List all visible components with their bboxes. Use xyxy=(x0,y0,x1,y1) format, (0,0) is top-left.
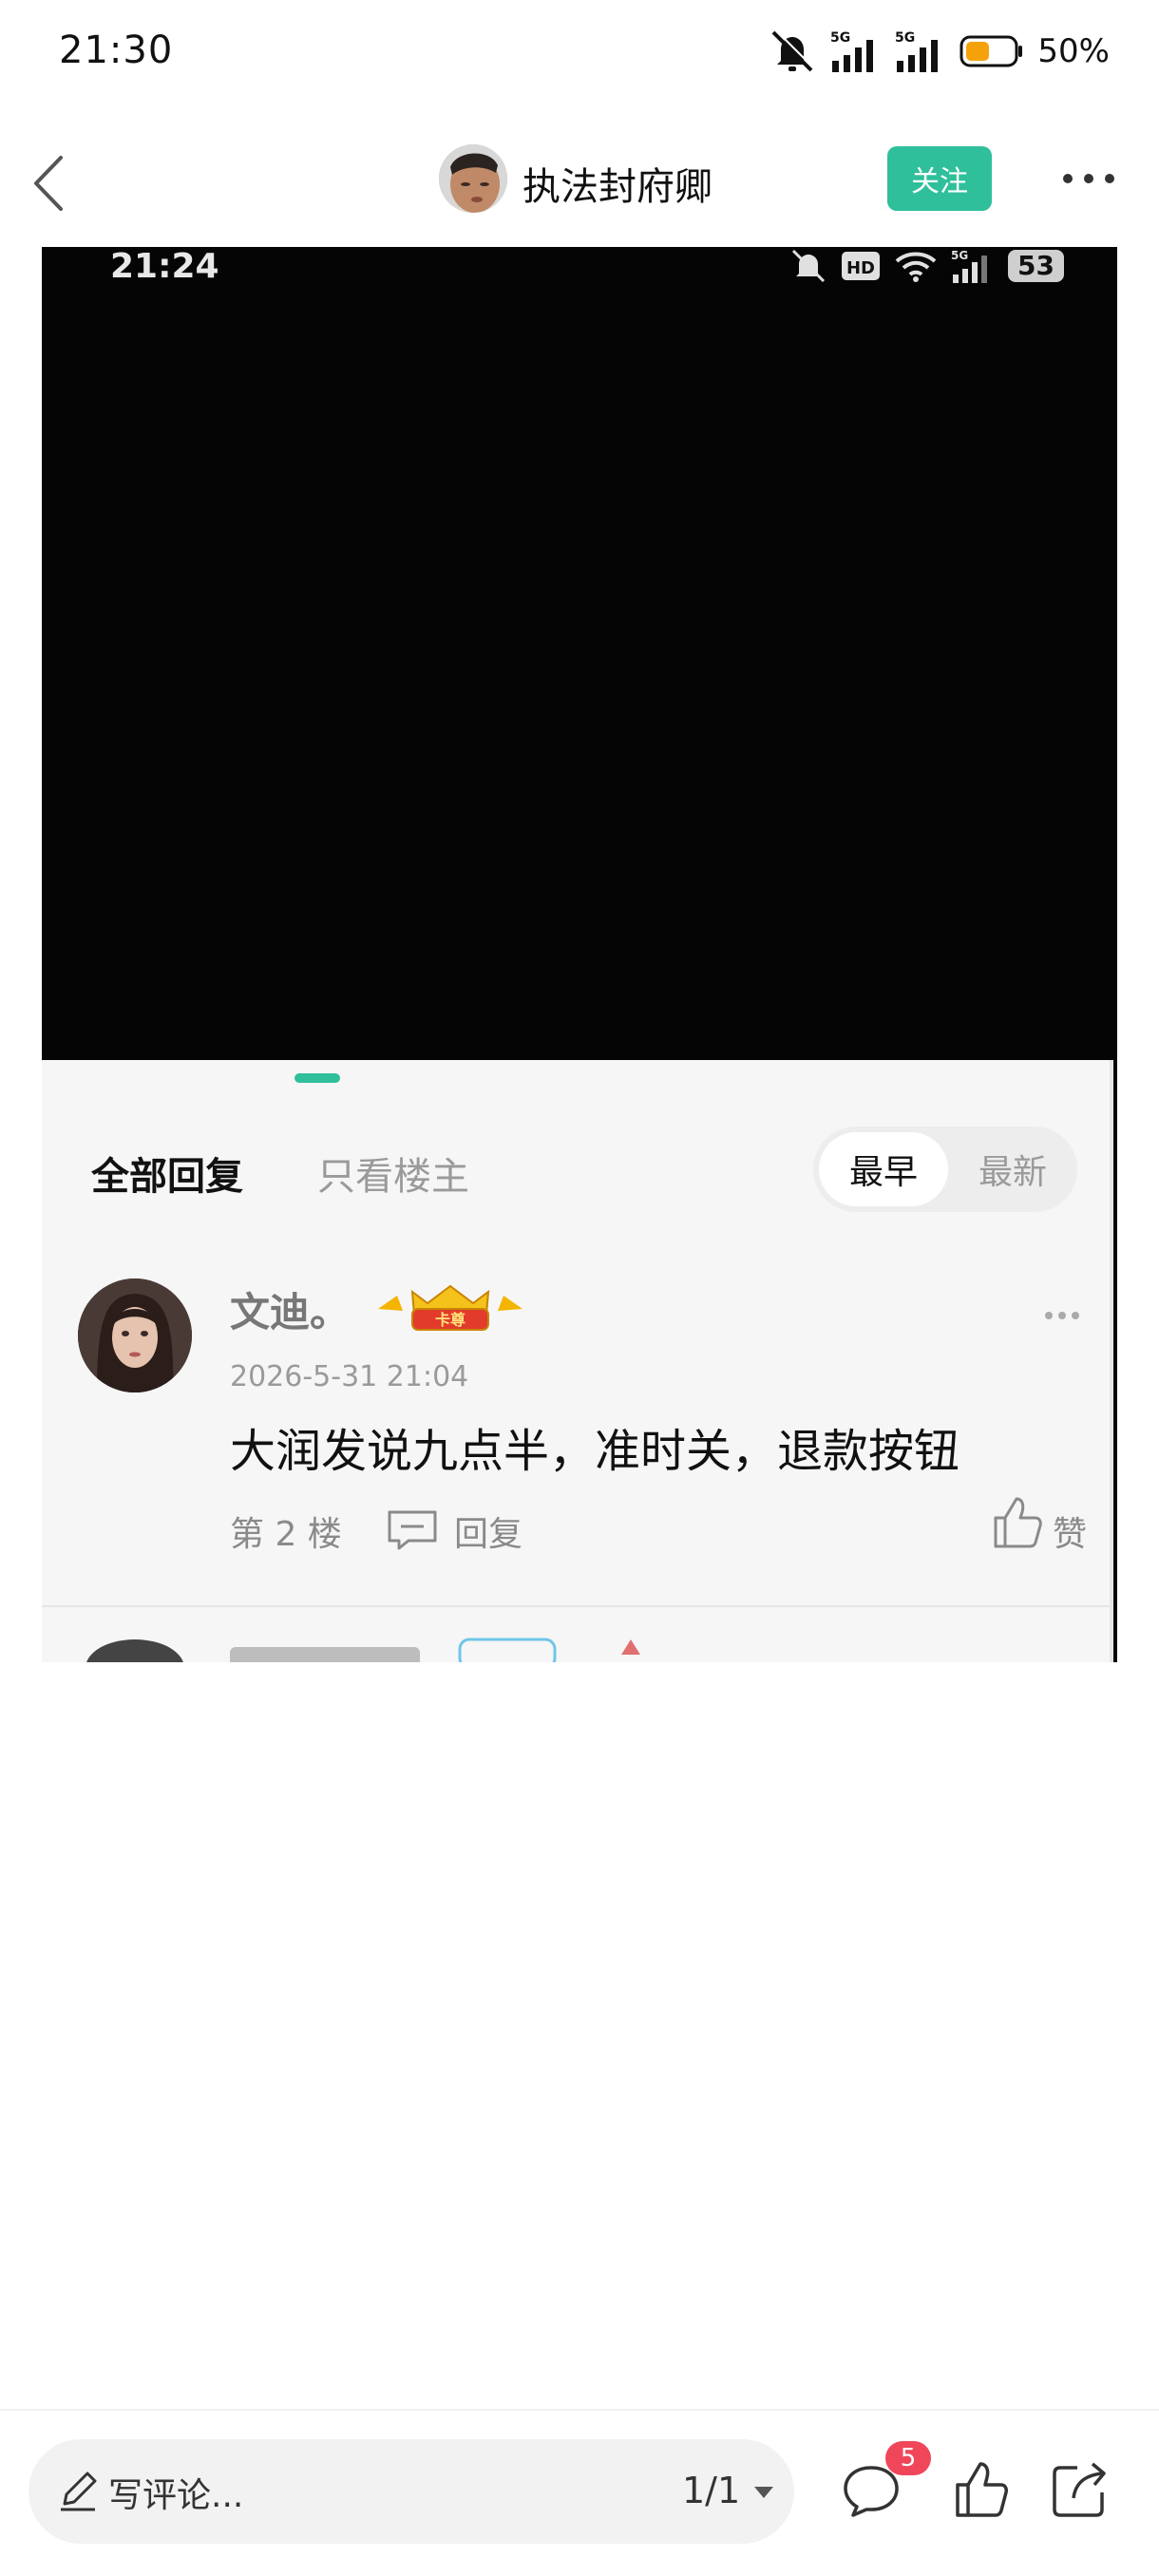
hd-icon: HD xyxy=(842,252,881,280)
comment-floor: 第 2 楼 xyxy=(230,1515,342,1554)
comment-count-badge: 5 xyxy=(885,2441,931,2475)
crown-badge-icon: 卡尊 xyxy=(378,1284,522,1331)
next-comment-partial xyxy=(86,1638,640,1662)
svg-text:HD: HD xyxy=(846,258,875,278)
commenter-avatar xyxy=(78,1279,192,1392)
pen-icon xyxy=(61,2472,97,2511)
battery-icon xyxy=(960,35,1023,67)
tab-op-only: 只看楼主 xyxy=(317,1155,469,1199)
signal-icon: 5G xyxy=(830,30,874,72)
comment-like: 赞 xyxy=(1053,1515,1088,1554)
svg-text:卡尊: 卡尊 xyxy=(435,1311,466,1329)
panel-drag-indicator xyxy=(294,1073,340,1083)
mute-bell-icon xyxy=(791,249,826,283)
caret-down-icon[interactable] xyxy=(752,2485,775,2500)
image-status-time: 21:24 xyxy=(110,247,219,286)
status-icons: 5G 5G 50% xyxy=(768,25,1110,78)
comment-more-icon xyxy=(1045,1312,1079,1319)
image-battery: 53 xyxy=(1008,250,1064,282)
avatar-face-icon xyxy=(439,144,507,213)
thumbs-up-icon xyxy=(994,1497,1042,1548)
signal-icon: 5G xyxy=(951,249,988,283)
back-icon[interactable] xyxy=(23,150,80,217)
comment-date: 2026-5-31 21:04 xyxy=(230,1360,469,1393)
wifi-icon xyxy=(895,252,937,282)
svg-text:5G: 5G xyxy=(895,30,915,46)
page-indicator[interactable]: 1/1 xyxy=(682,2470,740,2511)
more-icon[interactable] xyxy=(1060,167,1117,190)
bottom-bar: 写评论... 1/1 5 xyxy=(0,2409,1159,2576)
comment-divider xyxy=(42,1605,1113,1607)
image-status-icons: HD 5G 53 xyxy=(789,247,1064,285)
sort-latest: 最新 xyxy=(978,1153,1047,1192)
follow-button[interactable]: 关注 xyxy=(887,146,992,211)
signal-icon-2: 5G xyxy=(895,30,939,72)
svg-text:5G: 5G xyxy=(830,30,850,46)
thumbs-up-icon[interactable] xyxy=(954,2460,1009,2519)
author-avatar[interactable] xyxy=(439,144,507,213)
top-nav: 执法封府卿 关注 xyxy=(0,133,1159,228)
mute-bell-icon xyxy=(772,29,816,72)
avatar-portrait-icon xyxy=(78,1279,192,1392)
comment-text: 大润发说九点半，准时关，退款按钮 xyxy=(230,1425,960,1478)
battery-percent: 50% xyxy=(1037,32,1110,70)
status-time: 21:30 xyxy=(59,28,174,72)
sort-toggle: 最早 最新 xyxy=(813,1127,1077,1212)
tab-all-replies: 全部回复 xyxy=(91,1155,243,1199)
commenter-name: 文迪。 xyxy=(230,1289,351,1335)
author-name[interactable]: 执法封府卿 xyxy=(522,156,712,211)
sort-earliest: 最早 xyxy=(819,1132,948,1206)
reply-icon xyxy=(388,1510,437,1550)
comment-input[interactable]: 写评论... 1/1 xyxy=(28,2439,794,2544)
comment-placeholder: 写评论... xyxy=(108,2476,244,2515)
post-image[interactable]: 21:24 HD 5G 53 全部回复 只看楼主 最早 最新 文迪。 卡尊 20… xyxy=(42,247,1117,1662)
share-icon[interactable] xyxy=(1051,2460,1110,2519)
image-status-bar: 21:24 HD 5G 53 xyxy=(42,247,1117,323)
comment-reply: 回复 xyxy=(454,1515,523,1554)
svg-text:5G: 5G xyxy=(951,249,968,262)
comments-panel: 全部回复 只看楼主 最早 最新 文迪。 卡尊 2026-5-31 21:04 大… xyxy=(42,1060,1113,1662)
status-bar: 21:30 5G 5G 50% xyxy=(0,0,1159,104)
